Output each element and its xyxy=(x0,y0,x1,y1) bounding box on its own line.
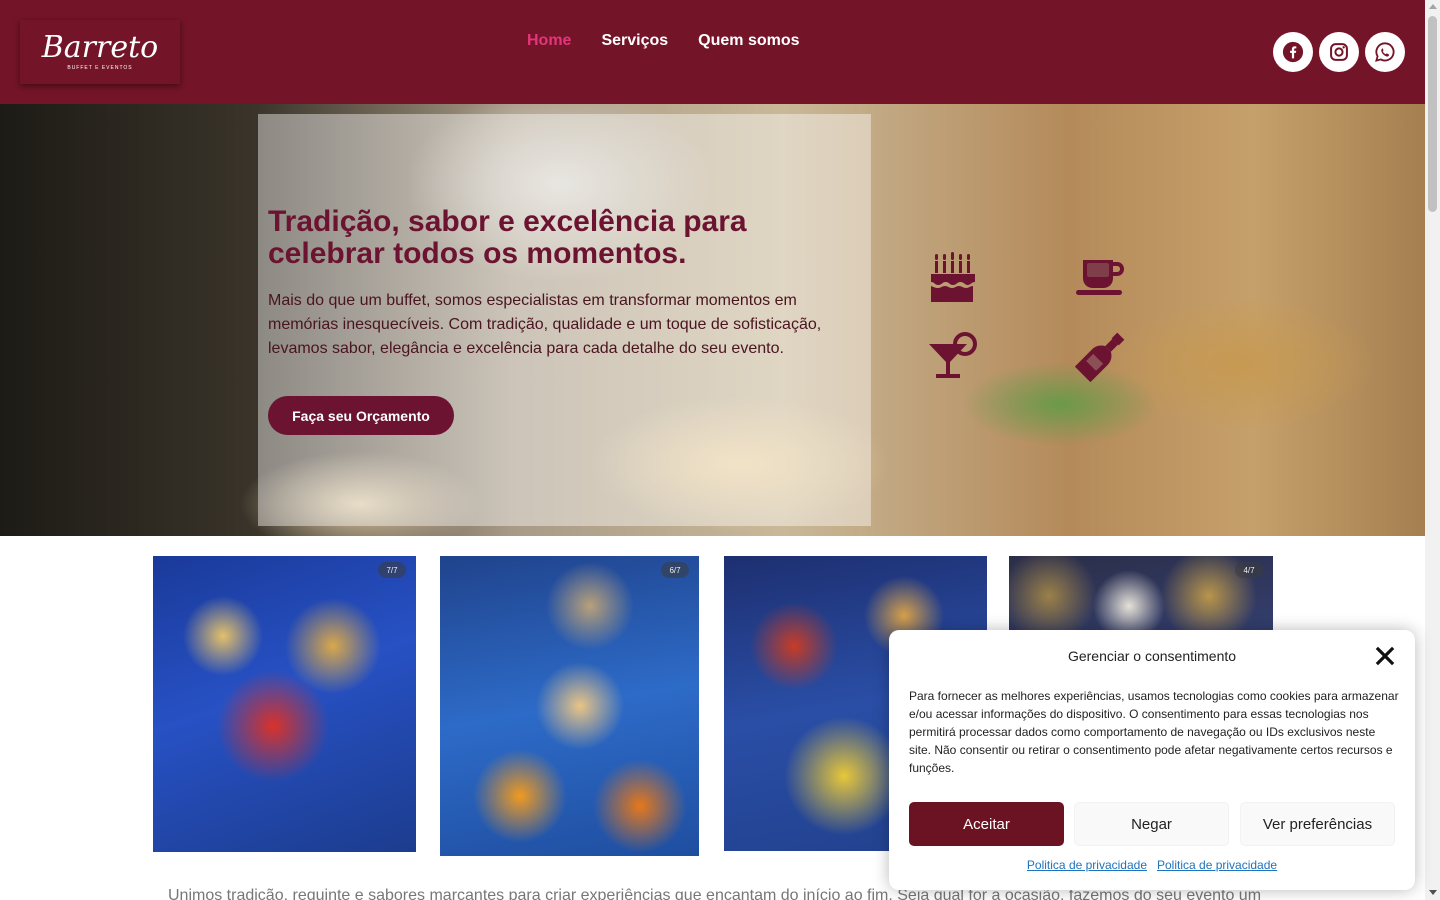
accept-button[interactable]: Aceitar xyxy=(909,802,1064,846)
photo-counter: 7/7 xyxy=(378,562,406,578)
hero-title: Tradição, sabor e excelência para celebr… xyxy=(268,205,747,270)
site-header: Barreto BUFFET E EVENTOS Home Serviços Q… xyxy=(0,0,1425,104)
scroll-down-arrow-icon[interactable] xyxy=(1429,890,1437,895)
scrollbar-thumb[interactable] xyxy=(1428,16,1437,212)
logo-subtext: BUFFET E EVENTOS xyxy=(67,65,133,71)
main-nav: Home Serviços Quem somos xyxy=(527,32,800,50)
scroll-up-arrow-icon[interactable] xyxy=(1429,4,1437,9)
instagram-icon xyxy=(1330,43,1348,61)
nav-servicos[interactable]: Serviços xyxy=(601,32,668,50)
whatsapp-button[interactable] xyxy=(1365,32,1405,72)
hero-description: Mais do que um buffet, somos especialist… xyxy=(268,292,822,357)
nav-quem-somos[interactable]: Quem somos xyxy=(698,32,799,50)
cookie-consent-dialog: Gerenciar o consentimento Para fornecer … xyxy=(889,630,1415,890)
facebook-button[interactable] xyxy=(1273,32,1313,72)
page-scrollbar[interactable] xyxy=(1425,0,1440,900)
consent-text: Para fornecer as melhores experiências, … xyxy=(909,689,1399,775)
gallery-photo-1[interactable]: 7/7 xyxy=(153,556,416,852)
facebook-icon xyxy=(1282,41,1304,63)
wine-bottle-icon xyxy=(1075,332,1125,382)
cocktail-icon xyxy=(929,332,977,378)
photo-counter: 4/7 xyxy=(1235,562,1263,578)
privacy-policy-link[interactable]: Politica de privacidade xyxy=(1157,858,1277,872)
photo-counter: 6/7 xyxy=(661,562,689,578)
consent-title: Gerenciar o consentimento xyxy=(1067,648,1237,664)
cake-icon xyxy=(931,252,975,302)
site-logo[interactable]: Barreto BUFFET E EVENTOS xyxy=(20,20,180,84)
hero-section: Tradição, sabor e excelência para celebr… xyxy=(0,104,1425,536)
privacy-policy-link[interactable]: Politica de privacidade xyxy=(1027,858,1147,872)
close-icon[interactable] xyxy=(1375,646,1395,666)
coffee-cup-icon xyxy=(1076,260,1124,295)
social-links xyxy=(1273,32,1405,72)
deny-button[interactable]: Negar xyxy=(1074,802,1229,846)
gallery-photo-2[interactable]: 6/7 xyxy=(440,556,699,856)
instagram-button[interactable] xyxy=(1319,32,1359,72)
view-preferences-button[interactable]: Ver preferências xyxy=(1240,802,1395,846)
logo-text: Barreto xyxy=(41,30,159,65)
nav-home[interactable]: Home xyxy=(527,32,571,50)
quote-button[interactable]: Faça seu Orçamento xyxy=(268,396,454,435)
consent-links: Politica de privacidade Politica de priv… xyxy=(889,858,1415,872)
whatsapp-icon xyxy=(1375,42,1395,62)
